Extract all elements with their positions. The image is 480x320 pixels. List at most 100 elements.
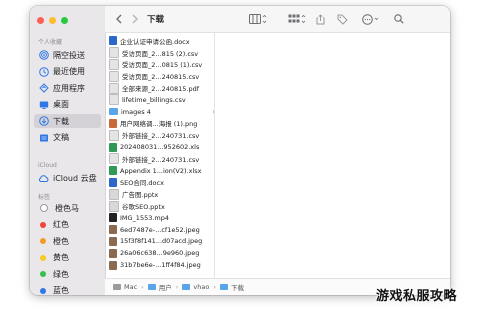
path-segment[interactable]: vhao (182, 283, 209, 291)
folder-icon (219, 284, 228, 290)
path-segment[interactable]: Mac (113, 283, 137, 291)
sidebar-tag-2[interactable]: 橙色 (34, 234, 101, 248)
file-name: 26a06c638...9e960.jpeg (120, 249, 200, 258)
file-name: 6ed7487e-...cf1e52.jpeg (120, 225, 200, 234)
download-icon (38, 116, 49, 127)
sidebar-item-icloud-drive[interactable]: iCloud 云盘 (34, 171, 101, 185)
favorites-header: 个人收藏 (38, 39, 63, 46)
path-segment-label: 用户 (158, 284, 172, 292)
file-row[interactable]: 广告图.pptx (109, 188, 211, 200)
file-name: 全部来源_2...240815.pdf (122, 85, 200, 94)
chevron-right-icon (132, 14, 138, 24)
tag-label: 橙色马 (55, 203, 79, 213)
file-name: 谷歌SEO.pptx (122, 203, 165, 212)
sidebar-item-label: 隔空投送 (53, 50, 85, 60)
xls-file-icon (109, 166, 117, 176)
tag-button[interactable] (337, 14, 348, 25)
folder-icon (182, 284, 191, 290)
window-controls (37, 17, 68, 24)
tag-color-dot (40, 287, 46, 294)
file-row[interactable]: IMG_1553.mp4 (109, 212, 211, 224)
file-name: 广告图.pptx (122, 191, 159, 200)
group-button[interactable] (288, 14, 306, 24)
xls-file-icon (109, 142, 117, 152)
sidebar: 个人收藏 隔空投送 最近使用 应用程序 桌面 下载 文稿 iCloud iCloud 云盘… (30, 6, 106, 295)
file-row[interactable]: 202408031...952602.xls (109, 141, 211, 153)
sidebar-item-label: 桌面 (53, 100, 69, 109)
file-row[interactable]: Appendix 1...ion(V2).xlsx (109, 165, 211, 177)
file-name: 企业认证申请公函.docx (120, 37, 190, 46)
path-segment-label: Mac (124, 283, 138, 291)
file-row[interactable]: 受访页面_2...0815 (1).csv (109, 58, 211, 71)
csv-file-icon (109, 153, 119, 165)
sidebar-item-4[interactable]: 下载 (34, 114, 101, 128)
column-divider[interactable] (214, 33, 215, 278)
csv-file-icon (109, 129, 119, 141)
sidebar-item-0[interactable]: 隔空投送 (34, 48, 101, 62)
search-button[interactable] (394, 14, 404, 24)
sidebar-tag-1[interactable]: 红色 (34, 218, 101, 232)
file-row[interactable]: 外部链接_2...240731.csv (109, 129, 211, 141)
jpeg-file-icon (109, 236, 117, 246)
file-row[interactable]: 6ed7487e-...cf1e52.jpeg (109, 224, 211, 236)
file-row[interactable]: 受访页面_2...815 (2).csv (109, 47, 211, 59)
close-button[interactable] (37, 17, 44, 24)
file-row[interactable]: 26a06c638...9e960.jpeg (109, 247, 211, 259)
csv-file-icon (109, 70, 119, 82)
columns-view-icon (249, 14, 267, 24)
file-row[interactable]: 外部链接_2...240731.csv (109, 153, 211, 165)
tag-label: 绿色 (53, 269, 69, 279)
file-name: IMG_1553.mp4 (120, 213, 170, 222)
file-name: 外部链接_2...240731.csv (122, 155, 200, 164)
cloud-icon (38, 173, 49, 184)
file-name: 受访页面_2...240815.csv (122, 73, 200, 82)
folder-file-icon (109, 108, 118, 116)
file-name: 受访页面_2...815 (2).csv (122, 49, 199, 58)
tag-color-dot (40, 204, 48, 212)
zoom-button[interactable] (61, 17, 68, 24)
file-row[interactable]: 31b7be6e-...1ff4f84.jpeg (109, 259, 211, 271)
ellipsis-circle-icon (362, 13, 379, 25)
tag-label: 红色 (53, 220, 69, 229)
sidebar-item-5[interactable]: 文稿 (34, 131, 101, 145)
chevron-left-icon (116, 14, 122, 24)
sidebar-item-2[interactable]: 应用程序 (34, 81, 101, 95)
finder-window: 个人收藏 隔空投送 最近使用 应用程序 桌面 下载 文稿 iCloud iCloud 云盘… (30, 6, 450, 295)
file-row[interactable]: 全部来源_2...240815.pdf (109, 82, 211, 94)
toolbar: 下载 (105, 6, 450, 33)
file-row[interactable]: images 4› (109, 106, 215, 118)
path-separator-icon: › (141, 283, 144, 291)
share-button[interactable] (316, 13, 325, 25)
view-columns-button[interactable] (249, 14, 267, 24)
more-actions-button[interactable] (362, 13, 380, 25)
sidebar-tag-0[interactable]: 橙色马 (34, 201, 101, 215)
path-segment-label: 下载 (230, 284, 244, 292)
file-row[interactable]: SEO合同.docx (109, 177, 211, 189)
pdf-file-icon (109, 82, 119, 94)
tag-label: 橙色 (53, 236, 69, 246)
file-name: 用户网络调...海报 (1).png (120, 120, 198, 129)
back-button[interactable] (115, 14, 123, 24)
path-segment[interactable]: 下载 (219, 282, 244, 292)
sidebar-item-1[interactable]: 最近使用 (34, 65, 101, 79)
minimize-button[interactable] (49, 17, 56, 24)
tags-header: 标签 (38, 194, 51, 201)
csv-file-icon (109, 58, 119, 70)
sidebar-tag-5[interactable]: 蓝色 (34, 284, 101, 295)
file-name: lifetime_billings.csv (122, 95, 186, 104)
file-row[interactable]: 受访页面_2...240815.csv (109, 70, 211, 82)
path-segment[interactable]: 用户 (147, 282, 172, 292)
file-row[interactable]: 谷歌SEO.pptx (109, 200, 211, 212)
file-name: 15f3f8f141...d07acd.jpeg (120, 237, 203, 246)
sidebar-tag-4[interactable]: 绿色 (34, 267, 101, 281)
sidebar-item-label: 最近使用 (53, 67, 85, 76)
mp4-file-icon (109, 213, 117, 223)
file-row[interactable]: 15f3f8f141...d07acd.jpeg (109, 236, 211, 248)
file-row[interactable]: 企业认证申请公函.docx (109, 35, 211, 47)
file-name: images 4 (121, 107, 151, 116)
sidebar-tag-3[interactable]: 黄色 (34, 251, 101, 265)
forward-button[interactable] (131, 14, 139, 24)
sidebar-item-3[interactable]: 桌面 (34, 98, 101, 112)
file-row[interactable]: lifetime_billings.csv (109, 94, 211, 106)
file-row[interactable]: 用户网络调...海报 (1).png (109, 118, 211, 130)
